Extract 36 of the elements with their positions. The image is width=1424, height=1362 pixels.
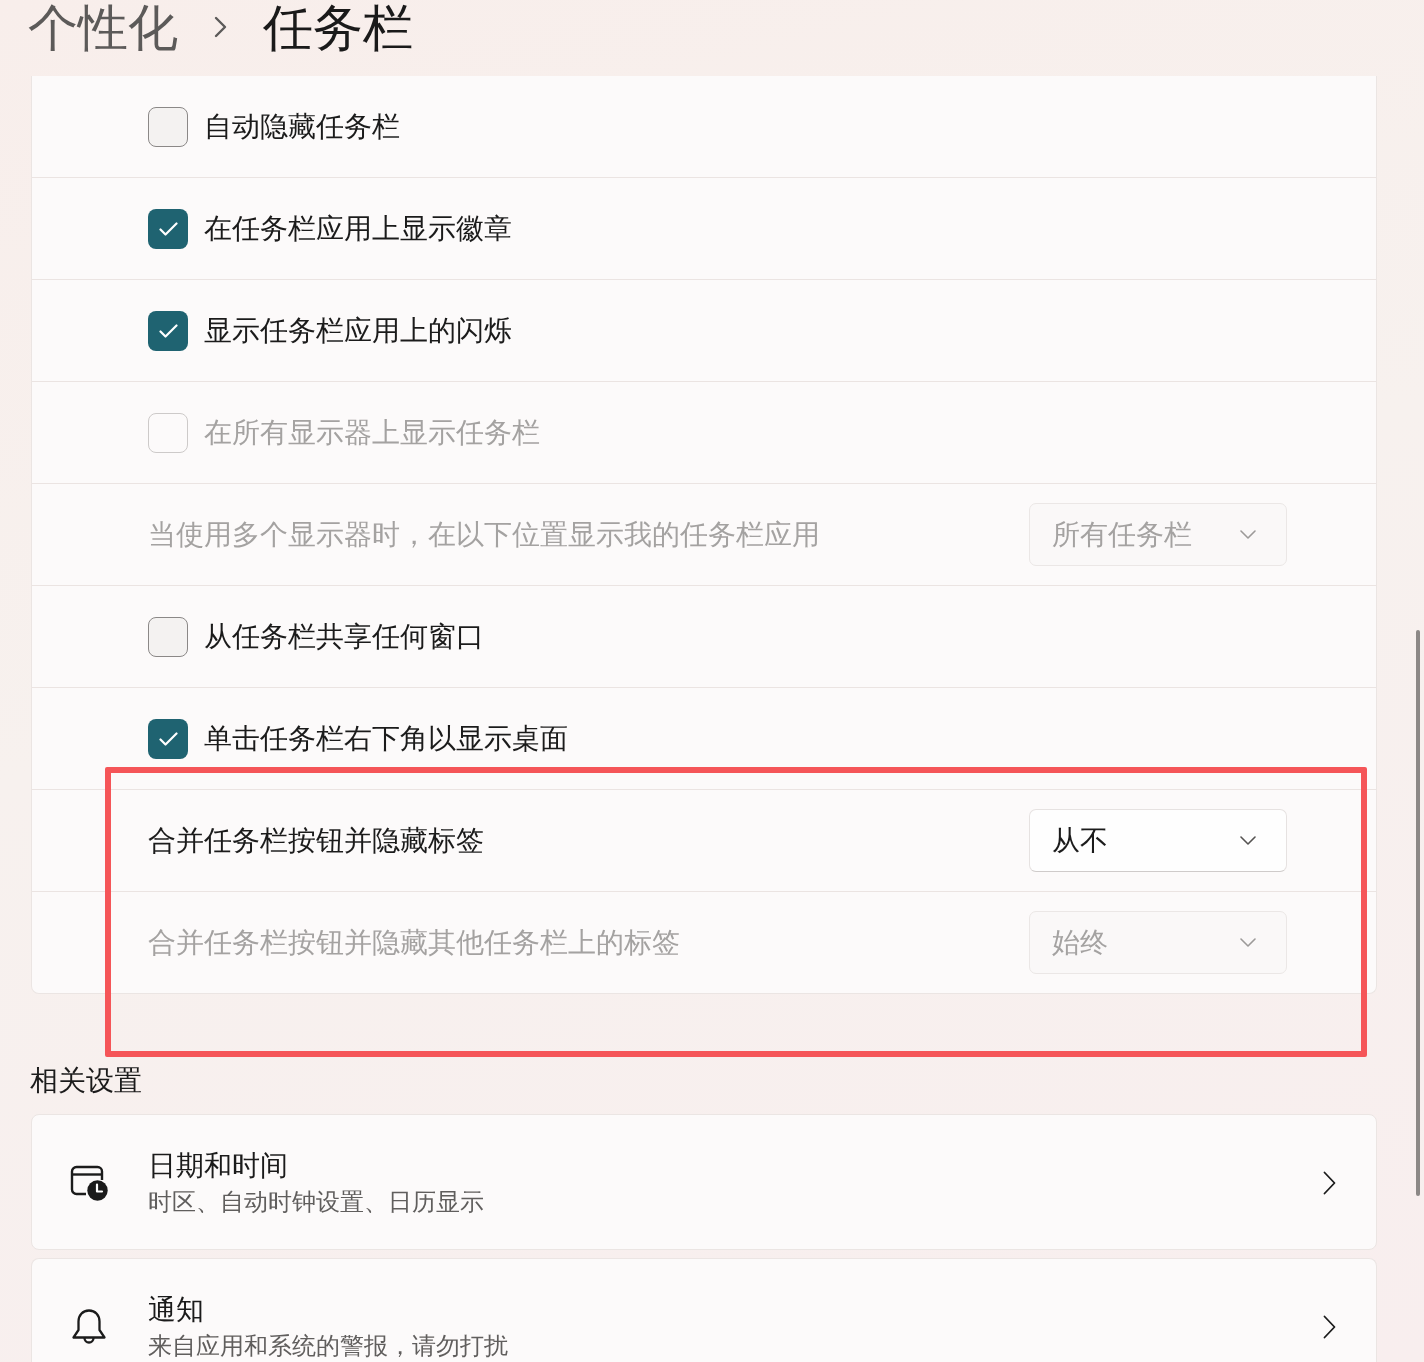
link-title: 日期和时间 (148, 1149, 288, 1183)
dropdown[interactable]: 从不 (1029, 809, 1287, 872)
setting-label: 合并任务栏按钮并隐藏标签 (148, 823, 484, 858)
breadcrumb-link[interactable]: 个性化 (28, 0, 178, 56)
chevron-right-icon (1323, 1315, 1336, 1339)
check-icon (158, 731, 178, 746)
checkbox-label: 在任务栏应用上显示徽章 (204, 211, 512, 246)
calendar-clock-icon (70, 1165, 108, 1201)
link-description: 时区、自动时钟设置、日历显示 (148, 1187, 484, 1217)
checkbox-label: 从任务栏共享任何窗口 (204, 619, 484, 654)
section-heading: 相关设置 (30, 1064, 142, 1098)
link-description: 来自应用和系统的警报，请勿打扰 (148, 1331, 508, 1361)
bell-icon (70, 1309, 108, 1345)
check-icon (158, 323, 178, 338)
checkbox-label: 自动隐藏任务栏 (204, 109, 400, 144)
chevron-down-icon (1240, 530, 1256, 539)
check-icon (158, 221, 178, 236)
scrollbar-thumb[interactable] (1416, 630, 1420, 1196)
setting-label: 当使用多个显示器时，在以下位置显示我的任务栏应用 (148, 517, 820, 552)
page-title: 任务栏 (263, 0, 413, 56)
checkbox[interactable] (148, 310, 188, 351)
chevron-down-icon (1240, 836, 1256, 845)
checkbox[interactable] (148, 616, 188, 657)
chevron-right-icon (214, 16, 227, 38)
setting-label: 合并任务栏按钮并隐藏其他任务栏上的标签 (148, 925, 680, 960)
checkbox-label: 显示任务栏应用上的闪烁 (204, 313, 512, 348)
chevron-down-icon (1240, 938, 1256, 947)
settings-link-card[interactable]: 通知 来自应用和系统的警报，请勿打扰 (31, 1258, 1377, 1362)
settings-link-card[interactable]: 日期和时间 时区、自动时钟设置、日历显示 (31, 1114, 1377, 1250)
checkbox[interactable] (148, 718, 188, 759)
checkbox[interactable] (148, 208, 188, 249)
checkbox-label: 单击任务栏右下角以显示桌面 (204, 721, 568, 756)
checkbox-label: 在所有显示器上显示任务栏 (204, 415, 540, 450)
chevron-right-icon (1323, 1171, 1336, 1195)
link-title: 通知 (148, 1293, 204, 1327)
checkbox[interactable] (148, 106, 188, 147)
